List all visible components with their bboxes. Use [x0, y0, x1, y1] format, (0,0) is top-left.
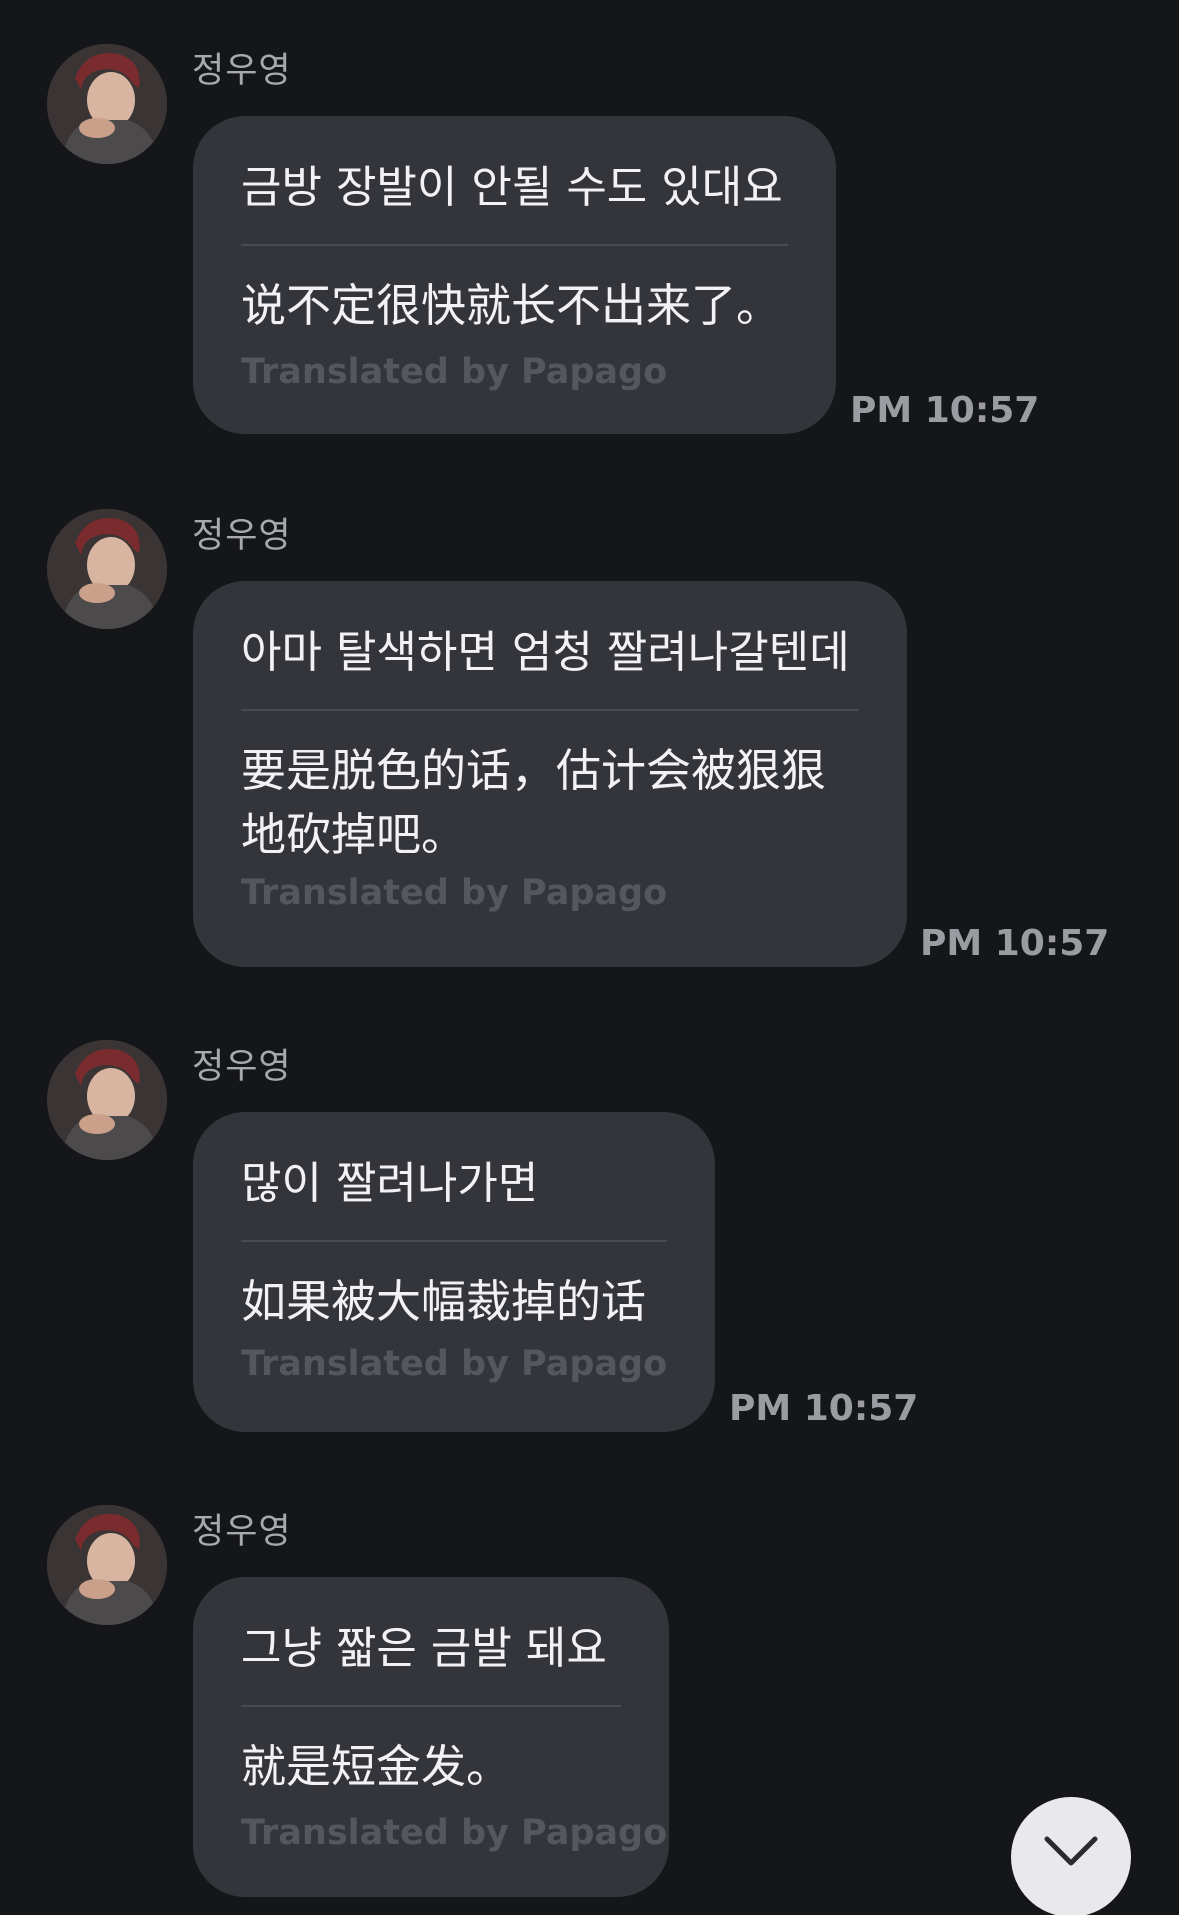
- timestamp: PM 10:57: [920, 923, 1110, 964]
- sender-name: 정우영: [192, 51, 292, 91]
- divider: [241, 1240, 667, 1242]
- avatar[interactable]: [47, 1505, 167, 1625]
- message-bubble[interactable]: 많이 짤려나가면 如果被大幅裁掉的话 Translated by Papago: [193, 1112, 715, 1432]
- avatar[interactable]: [47, 44, 167, 164]
- divider: [241, 244, 788, 246]
- divider: [241, 709, 859, 711]
- timestamp: PM 10:57: [729, 1388, 919, 1429]
- translated-text: 就是短金发。: [241, 1740, 512, 1793]
- translation-credit: Translated by Papago: [241, 352, 668, 392]
- chat-screen: 정우영 금방 장발이 안될 수도 있대요 说不定很快就长不出来了。 Transl…: [0, 0, 1179, 1915]
- scroll-to-bottom-button[interactable]: [1011, 1797, 1131, 1915]
- translated-text: 说不定很快就长不出来了。: [241, 279, 782, 332]
- avatar-photo: [47, 509, 167, 629]
- chevron-down-icon: [1044, 1836, 1098, 1866]
- avatar-photo: [47, 44, 167, 164]
- message-bubble[interactable]: 금방 장발이 안될 수도 있대요 说不定很快就长不出来了。 Translated…: [193, 116, 836, 434]
- sender-name: 정우영: [192, 1512, 292, 1552]
- translated-text: 如果被大幅裁掉的话: [241, 1275, 647, 1328]
- translation-credit: Translated by Papago: [241, 873, 668, 913]
- avatar[interactable]: [47, 509, 167, 629]
- message-bubble[interactable]: 그냥 짧은 금발 돼요 就是短金发。 Translated by Papago: [193, 1577, 669, 1897]
- avatar-photo: [47, 1040, 167, 1160]
- original-text: 아마 탈색하면 엄청 짤려나갈텐데: [241, 627, 850, 678]
- divider: [241, 1705, 621, 1707]
- original-text: 그냥 짧은 금발 돼요: [241, 1623, 607, 1674]
- sender-name: 정우영: [192, 1047, 292, 1087]
- original-text: 많이 짤려나가면: [241, 1158, 539, 1209]
- sender-name: 정우영: [192, 516, 292, 556]
- original-text: 금방 장발이 안될 수도 있대요: [241, 162, 783, 213]
- translation-credit: Translated by Papago: [241, 1344, 668, 1384]
- timestamp: PM 10:57: [850, 390, 1040, 431]
- translation-credit: Translated by Papago: [241, 1813, 668, 1853]
- translated-text: 要是脱色的话，估计会被狠狠地砍掉吧。: [241, 744, 827, 861]
- message-bubble[interactable]: 아마 탈색하면 엄청 짤려나갈텐데 要是脱色的话，估计会被狠狠地砍掉吧。 Tra…: [193, 581, 907, 967]
- avatar-photo: [47, 1505, 167, 1625]
- avatar[interactable]: [47, 1040, 167, 1160]
